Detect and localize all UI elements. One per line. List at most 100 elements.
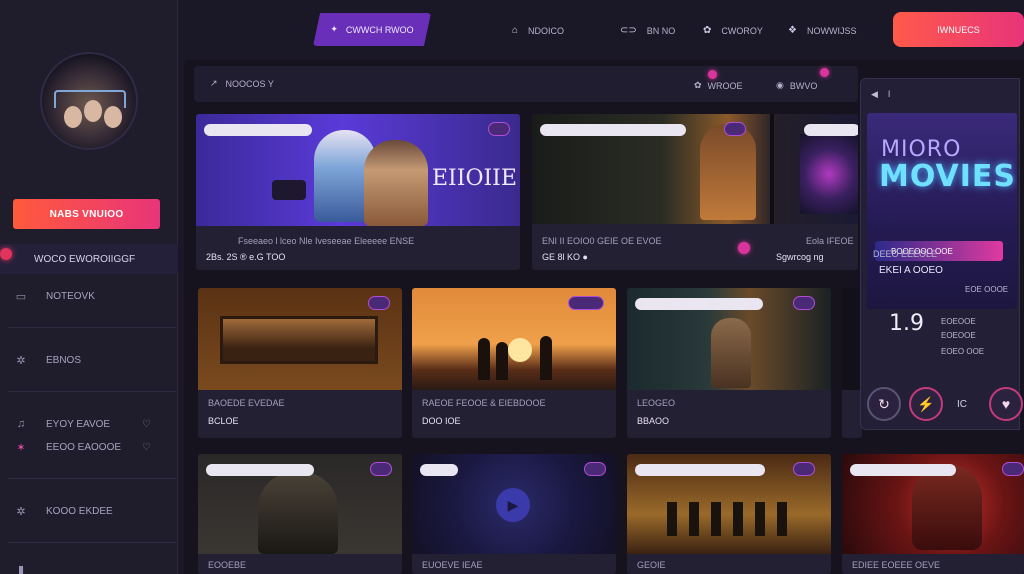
nav-item-tag[interactable]: ❖ NOWWIJSS <box>788 25 856 36</box>
film-icon: ▮ <box>17 563 25 574</box>
score-side-label: EOEOOE <box>941 317 976 326</box>
nav-item-gift[interactable]: ✿ CWOROY <box>703 25 763 36</box>
chart-icon[interactable]: ⚡ <box>909 387 943 421</box>
divider <box>8 478 176 479</box>
badge-icon <box>370 462 392 476</box>
card-meta: DOO IOE <box>422 416 461 426</box>
figure <box>711 318 751 388</box>
tag-chip <box>420 464 458 476</box>
back-label: NOOCOS Y <box>225 78 274 89</box>
tag-chip <box>635 298 763 310</box>
featured-art-text: EIIOIIE <box>432 166 517 191</box>
card-meta: BCLOE <box>208 416 239 426</box>
movie-card[interactable]: LEOGEO BBAOO <box>627 288 831 438</box>
tag-chip <box>804 124 858 136</box>
toolbar-tab-2[interactable]: ◉ BWVO <box>776 80 817 91</box>
sidebar-item-4[interactable]: ✶ EEOO EAOOOE ♡ <box>14 441 151 454</box>
movie-thumbnail <box>842 288 862 390</box>
nav-active-pill[interactable]: ✦ CWWCH RWOO <box>313 13 431 46</box>
sidebar-heading-label: WOCO EWOROIIGGF <box>34 253 136 265</box>
movie-card[interactable]: RAEOE FEOOE & EIEBDOOE DOO IOE <box>412 288 616 438</box>
link-icon: ⊂⊃ <box>620 25 637 36</box>
gift-icon: ✿ <box>694 80 702 90</box>
tag-chip <box>540 124 686 136</box>
panel-row-1: DEEO EEEOLE <box>873 249 938 259</box>
movie-card[interactable]: ▶ EUOEVE IEAE <box>412 454 616 574</box>
back-dropdown[interactable]: ↗ NOOCOS Y <box>210 78 274 89</box>
card-meta: GE 8l KO ● <box>542 252 588 262</box>
sidebar-item-3[interactable]: ♫ EYOY EAVOE ♡ <box>14 418 151 430</box>
neon-scene <box>800 134 858 214</box>
nav-pill-label: CWWCH RWOO <box>345 24 414 35</box>
card-title: EOOEBE <box>208 560 247 570</box>
tag-chip <box>206 464 314 476</box>
star-icon: ✶ <box>16 441 26 454</box>
tag-chip <box>635 464 765 476</box>
movie-card[interactable]: BAOEDE EVEDAE BCLOE <box>198 288 402 438</box>
profile-avatar[interactable] <box>40 52 138 150</box>
featured-card-2[interactable]: ENI II EOIO0 GEIE OE EVOE GE 8l KO ● Eol… <box>532 114 858 270</box>
sidebar-item-label: EYOY EAVOE <box>46 418 111 430</box>
badge-icon <box>1002 462 1024 476</box>
movie-card[interactable]: GEOIE <box>627 454 831 574</box>
nav-label: NDOICO <box>528 25 565 36</box>
silhouette <box>478 338 490 380</box>
sidebar-item-5[interactable]: ✲ KOOO EKDEE <box>14 505 112 518</box>
featured-card-1[interactable]: EIIOIIE Fseeaeo l lceo Nle Iveseeae Elee… <box>196 114 520 270</box>
header-cta-button[interactable]: IWNUECS <box>893 12 1024 47</box>
card-title: ENI II EOIO0 GEIE OE EVOE <box>542 236 662 246</box>
card-title: EUOEVE IEAE <box>422 560 483 570</box>
sidebar: NABS VNUIOO WOCO EWOROIIGGF ▭ NOTEOVK ✲ … <box>0 0 178 574</box>
toolbar-tab-1[interactable]: ✿ WROOE <box>694 80 743 91</box>
badge-icon <box>488 122 510 136</box>
nav-item-home[interactable]: ⌂ NDOICO <box>512 25 564 36</box>
badge-icon <box>724 122 746 136</box>
monitor-icon: ▭ <box>15 290 27 303</box>
tag-chip <box>850 464 956 476</box>
control-text: IC <box>957 399 967 410</box>
notification-dot-icon <box>820 68 829 77</box>
score-side-label: EOEOOE <box>941 331 976 340</box>
sidebar-item-6[interactable]: ▮ <box>14 563 28 574</box>
nav-label: NOWWIJSS <box>806 25 857 36</box>
sparkle-icon: ✦ <box>330 24 338 34</box>
volume-icon[interactable]: ◀ <box>871 89 878 100</box>
movie-card-partial[interactable] <box>842 288 862 438</box>
tag-icon: ❖ <box>788 25 797 36</box>
sidebar-item-1[interactable]: ▭ NOTEOVK <box>14 290 95 303</box>
card-meta: Sgwrcog ng <box>776 252 824 262</box>
panel-row-2: EKEI A OOEO <box>879 265 943 276</box>
figure <box>258 472 338 554</box>
divider <box>8 391 176 392</box>
notification-dot-icon <box>0 248 12 260</box>
poster-title-line-2: MOVIES <box>879 159 1017 194</box>
sidebar-item-2[interactable]: ✲ EBNOS <box>14 354 82 367</box>
home-icon: ⌂ <box>512 25 519 36</box>
heart-icon[interactable]: ♥ <box>989 387 1023 421</box>
score-side-label: EOEO OOE <box>941 347 985 356</box>
nav-item-link[interactable]: ⊂⊃ BN NO <box>620 25 675 36</box>
sidebar-item-label: EEOO EAOOOE <box>46 441 122 453</box>
movie-card[interactable]: EDIEE EOEEE OEVE <box>842 454 1024 574</box>
avatar-face <box>104 106 122 128</box>
play-icon[interactable]: ▶ <box>496 488 530 522</box>
movie-poster[interactable]: MIORO MOVIES BOOEOOO OOE <box>867 113 1017 309</box>
silhouettes <box>667 502 787 536</box>
card-title: Eola IFEOE <box>806 236 854 246</box>
heart-icon[interactable]: ♡ <box>142 442 151 453</box>
panel-small-text: EOE OOOE <box>965 285 1009 294</box>
sidebar-section-heading: WOCO EWOROIIGGF <box>0 244 178 274</box>
badge-icon <box>793 462 815 476</box>
score-value: 1.9 <box>889 311 924 336</box>
rewind-icon[interactable]: ↻ <box>867 387 901 421</box>
divider <box>8 542 176 543</box>
heart-icon[interactable]: ♡ <box>142 419 151 430</box>
silhouette <box>496 342 508 380</box>
sidebar-item-label: EBNOS <box>46 354 82 366</box>
movie-card[interactable]: EOOEBE <box>198 454 402 574</box>
tag-chip <box>204 124 312 136</box>
sidebar-primary-button[interactable]: NABS VNUIOO <box>13 199 160 229</box>
card-title: LEOGEO <box>637 398 676 408</box>
tab-label: WROOE <box>707 80 743 91</box>
arrow-icon: ↗ <box>210 78 218 88</box>
